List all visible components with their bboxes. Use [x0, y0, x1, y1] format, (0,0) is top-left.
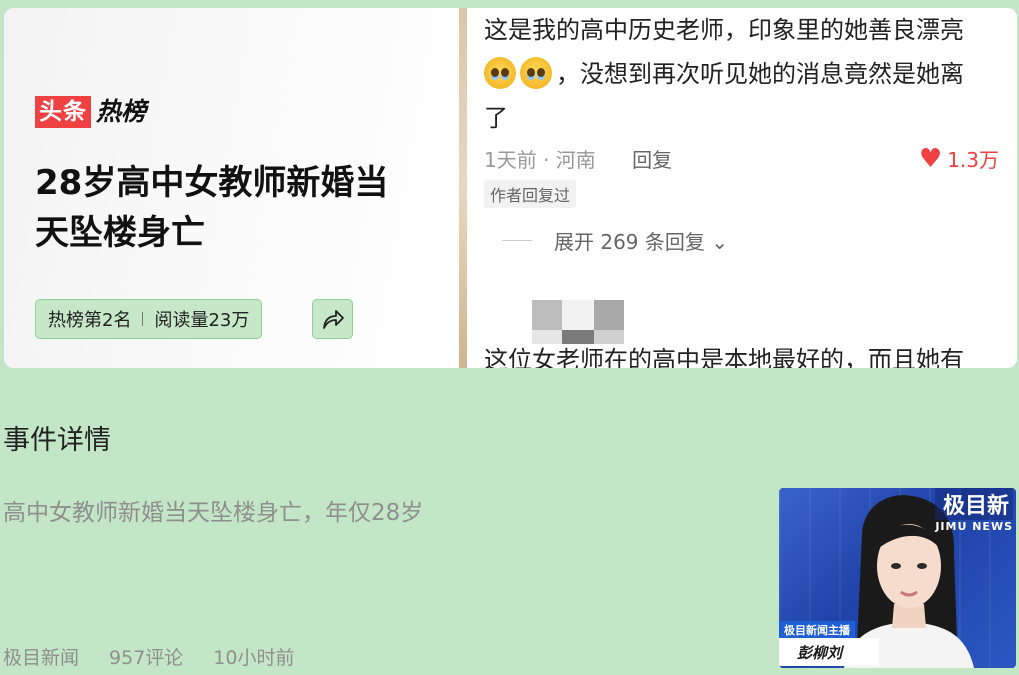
publish-time: 10小时前 [213, 647, 295, 669]
brand-toutiao-label: 头条 [35, 96, 91, 128]
hot-list-panel: 头条 热榜 28岁高中女教师新婚当天坠楼身亡 热榜第2名 阅读量23万 [4, 8, 459, 368]
anchor-caption: 极目新闻主播 [779, 621, 855, 639]
hot-list-brand: 头条 热榜 [35, 96, 146, 128]
anchor-name: 彭柳刘 [779, 638, 879, 666]
share-button[interactable] [312, 299, 353, 339]
comment-line-2: ，没想到再次听见她的消息竟然是她离 [484, 52, 1017, 96]
comment-screenshot: 这是我的高中历史老师，印象里的她善良漂亮 ，没想到再次听见她的消息竟然是她离 了… [467, 8, 1017, 368]
jimu-news-logo: 极目新 JIMU NEWS [935, 488, 1013, 533]
article-meta: 极目新闻 957评论 10小时前 [3, 643, 324, 670]
crying-emoji-icon [484, 57, 516, 89]
comment-line-3: 了 [484, 104, 508, 132]
video-thumbnail[interactable]: 极目新 JIMU NEWS 极目新闻主播 彭柳刘 [779, 488, 1016, 668]
hot-news-title[interactable]: 28岁高中女教师新婚当天坠楼身亡 [35, 158, 415, 258]
next-comment-line: 这位女老师在的高中是本地最好的，而且她有 [484, 346, 964, 368]
rank-badge[interactable]: 热榜第2名 阅读量23万 [35, 299, 263, 339]
comment-line-2-text: ，没想到再次听见她的消息竟然是她离 [556, 60, 964, 88]
heart-icon: ♥ [918, 143, 943, 174]
comment-line-1: 这是我的高中历史老师，印象里的她善良漂亮 [484, 16, 964, 44]
rank-label: 热榜第2名 [48, 310, 132, 331]
author-replied-tag: 作者回复过 [484, 180, 577, 208]
logo-en: JIMU NEWS [935, 520, 1013, 533]
brand-hot-list-label: 热榜 [96, 97, 147, 126]
like-count-value: 1.3万 [947, 148, 999, 172]
photo-edge [459, 8, 467, 368]
expand-replies: 展开 269 条回复 ⌄ [502, 226, 728, 255]
reply-link: 回复 [632, 148, 673, 172]
share-icon [322, 310, 344, 329]
article-source[interactable]: 极目新闻 [3, 643, 79, 670]
expand-replies-label: 展开 269 条回复 ⌄ [554, 230, 729, 254]
like-count: ♥ 1.3万 [919, 144, 999, 173]
expand-divider [502, 240, 532, 241]
comment-time-location: 1天前 · 河南 [484, 148, 596, 172]
comment-count[interactable]: 957评论 [109, 643, 183, 670]
crying-emoji-icon [520, 57, 552, 89]
logo-cn: 极目新 [935, 488, 1013, 520]
section-title: 事件详情 [3, 425, 111, 456]
rank-divider [142, 312, 144, 326]
article-summary[interactable]: 高中女教师新婚当天坠楼身亡，年仅28岁 [3, 493, 423, 527]
hot-news-card[interactable]: 头条 热榜 28岁高中女教师新婚当天坠楼身亡 热榜第2名 阅读量23万 这是我的… [4, 8, 1017, 368]
read-count: 阅读量23万 [154, 310, 250, 331]
